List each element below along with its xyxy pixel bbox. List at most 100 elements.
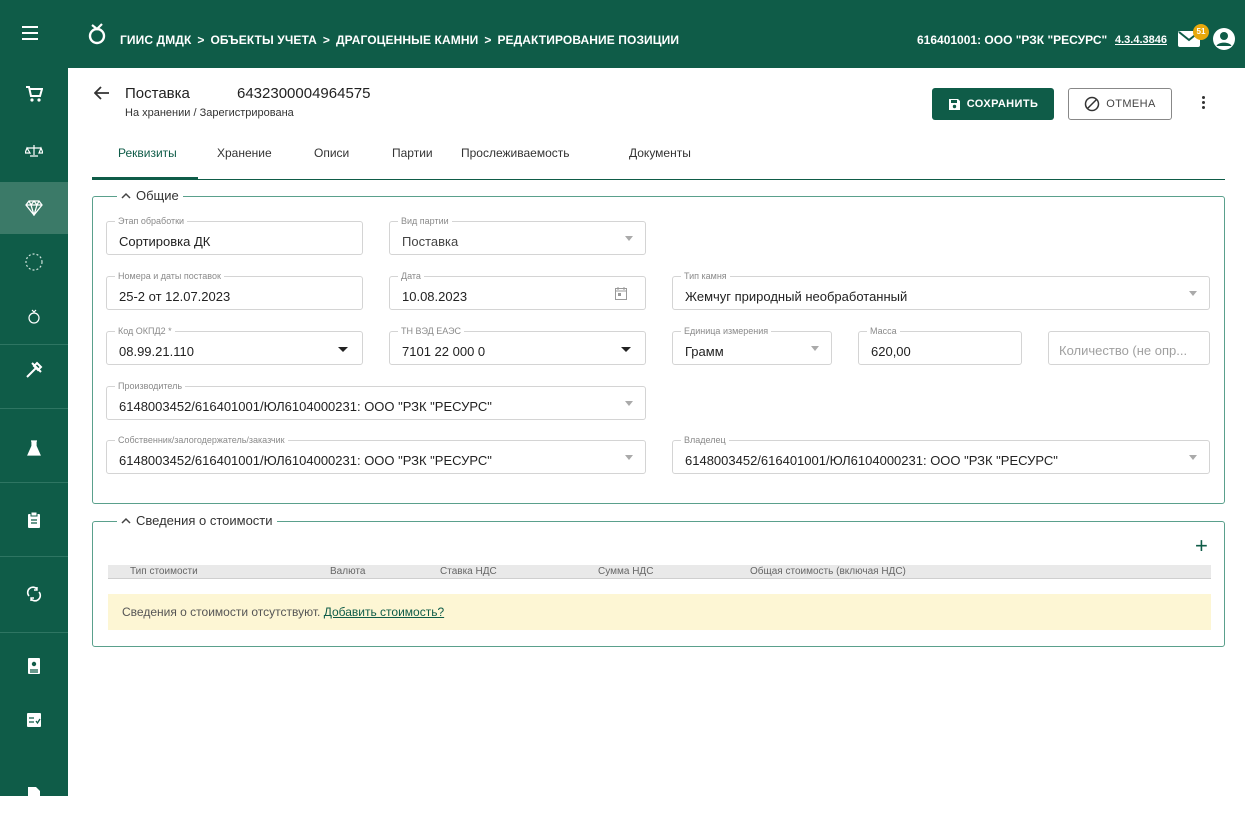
column-header[interactable]: Валюта (330, 566, 365, 577)
add-cost-button[interactable]: + (1195, 535, 1208, 557)
sidebar-item-checklist[interactable] (0, 694, 68, 746)
stone-type-value: Жемчуг природный необработанный (685, 289, 908, 304)
tools-icon (26, 361, 43, 378)
menu-icon[interactable] (22, 26, 38, 40)
tab-requisites[interactable]: Реквизиты (118, 146, 177, 160)
breadcrumb-item-current: РЕДАКТИРОВАНИЕ ПОЗИЦИИ (497, 33, 680, 47)
checklist-icon (27, 713, 41, 727)
version-link[interactable]: 4.3.4.3846 (1115, 34, 1167, 46)
sidebar-item-clipboard[interactable] (0, 494, 68, 546)
batch-type-select[interactable]: Вид партии Поставка (389, 215, 646, 255)
quantity-field[interactable]: Количество (не опр... (1048, 331, 1210, 365)
empty-notice-text: Сведения о стоимости отсутствуют. Добави… (122, 605, 444, 619)
sidebar-item-tools[interactable] (0, 344, 68, 396)
save-icon (948, 98, 960, 110)
status-text: На хранении / Зарегистрирована (125, 107, 294, 119)
dropdown-arrow-icon (338, 347, 348, 352)
contact-card-icon (28, 658, 40, 674)
chevron-up-icon (121, 517, 131, 524)
stage-value: Сортировка ДК (119, 234, 211, 249)
circle-icon (25, 253, 43, 271)
sidebar-divider (0, 632, 68, 633)
dropdown-arrow-icon (625, 455, 633, 460)
cancel-button-label: ОТМЕНА (1106, 98, 1156, 110)
organization-label[interactable]: 616401001: ООО "РЗК "РЕСУРС" (917, 33, 1107, 47)
tab-documents[interactable]: Документы (629, 146, 691, 160)
manufacturer-value: 6148003452/616401001/ЮЛ6104000231: ООО "… (119, 399, 492, 414)
column-header[interactable]: Сумма НДС (598, 566, 653, 577)
sidebar (0, 68, 68, 801)
sidebar-item-document[interactable] (0, 768, 68, 820)
mass-value: 620,00 (871, 344, 911, 359)
tnved-select[interactable]: ТН ВЭД ЕАЭС 7101 22 000 0 (389, 325, 646, 365)
sidebar-divider (0, 482, 68, 483)
supply-numbers-field[interactable]: Номера и даты поставок 25-2 от 12.07.202… (106, 270, 363, 310)
general-section-title: Общие (136, 188, 179, 203)
date-value: 10.08.2023 (402, 289, 468, 304)
tab-traceability[interactable]: Прослеживаемость (461, 146, 570, 160)
okpd2-label: Код ОКПД2 * (115, 325, 175, 337)
chevron-up-icon (121, 192, 131, 199)
page-title: Поставка (125, 85, 190, 102)
okpd2-select[interactable]: Код ОКПД2 * 08.99.21.110 (106, 325, 363, 365)
sidebar-item-scales[interactable] (0, 125, 68, 177)
column-header[interactable]: Тип стоимости (130, 566, 198, 577)
breadcrumb: ГИИС ДМДК > ОБЪЕКТЫ УЧЕТА > ДРАГОЦЕННЫЕ КАМН… (120, 33, 679, 47)
stone-type-select[interactable]: Тип камня Жемчуг природный необработанны… (672, 270, 1210, 310)
more-options-icon[interactable] (1202, 96, 1206, 112)
sidebar-item-cart[interactable] (0, 68, 68, 120)
owner-pledgee-select[interactable]: Собственник/залогодержатель/заказчик 614… (106, 434, 646, 474)
sidebar-item-lab[interactable] (0, 422, 68, 474)
save-button-label: СОХРАНИТЬ (966, 98, 1039, 110)
logo-ring-icon[interactable] (86, 22, 110, 46)
breadcrumb-item[interactable]: ДРАГОЦЕННЫЕ КАМНИ (336, 33, 478, 47)
cancel-button[interactable]: ОТМЕНА (1068, 88, 1172, 120)
owner-pledgee-label: Собственник/залогодержатель/заказчик (115, 434, 288, 446)
user-account-icon[interactable] (1213, 28, 1235, 50)
tnved-label: ТН ВЭД ЕАЭС (398, 325, 465, 337)
okpd2-value: 08.99.21.110 (119, 344, 194, 359)
breadcrumb-separator: > (484, 33, 492, 47)
sidebar-item-ring[interactable] (0, 290, 68, 342)
unit-select[interactable]: Единица измерения Грамм (672, 325, 832, 365)
breadcrumb-separator: > (197, 33, 205, 47)
batch-type-label: Вид партии (398, 215, 452, 227)
manufacturer-label: Производитель (115, 380, 186, 392)
mass-field[interactable]: Масса 620,00 (858, 325, 1022, 365)
dropdown-arrow-icon (625, 401, 633, 406)
sidebar-item-gems[interactable] (0, 182, 68, 234)
date-field[interactable]: Дата 10.08.2023 (389, 270, 646, 310)
column-header[interactable]: Ставка НДС (440, 566, 497, 577)
supply-numbers-value: 25-2 от 12.07.2023 (119, 289, 231, 304)
tab-batches[interactable]: Партии (392, 146, 433, 160)
sidebar-item-sync[interactable] (0, 568, 68, 620)
cost-section-title: Сведения о стоимости (136, 513, 273, 528)
tab-inventories[interactable]: Описи (314, 146, 349, 160)
save-button[interactable]: СОХРАНИТЬ (932, 88, 1054, 120)
sidebar-item-contacts[interactable] (0, 640, 68, 692)
breadcrumb-item[interactable]: ГИИС ДМДК (120, 33, 191, 47)
empty-notice-message: Сведения о стоимости отсутствуют. (122, 605, 321, 619)
column-header[interactable]: Общая стоимость (включая НДС) (750, 566, 906, 577)
general-section-legend[interactable]: Общие (117, 188, 183, 203)
add-cost-link[interactable]: Добавить стоимость? (324, 605, 444, 619)
cost-section-legend[interactable]: Сведения о стоимости (117, 513, 277, 528)
cart-icon (26, 86, 43, 102)
ring-icon (28, 309, 40, 324)
back-arrow-icon[interactable] (94, 86, 110, 100)
manufacturer-select[interactable]: Производитель 6148003452/616401001/ЮЛ610… (106, 380, 646, 420)
clipboard-icon (28, 511, 40, 528)
breadcrumb-item[interactable]: ОБЪЕКТЫ УЧЕТА (210, 33, 316, 47)
sidebar-item-circle[interactable] (0, 236, 68, 288)
tab-storage[interactable]: Хранение (217, 146, 272, 160)
date-label: Дата (398, 270, 424, 282)
owner-select[interactable]: Владелец 6148003452/616401001/ЮЛ61040002… (672, 434, 1210, 474)
stage-field[interactable]: Этап обработки Сортировка ДК (106, 215, 363, 255)
active-tab-indicator (92, 177, 198, 180)
mail-count-badge: 51 (1193, 24, 1209, 40)
unit-value: Грамм (685, 344, 724, 359)
owner-label: Владелец (681, 434, 729, 446)
general-section: Общие Этап обработки Сортировка ДК Вид п… (92, 188, 1225, 504)
sidebar-divider (0, 408, 68, 409)
calendar-icon[interactable] (615, 287, 627, 300)
